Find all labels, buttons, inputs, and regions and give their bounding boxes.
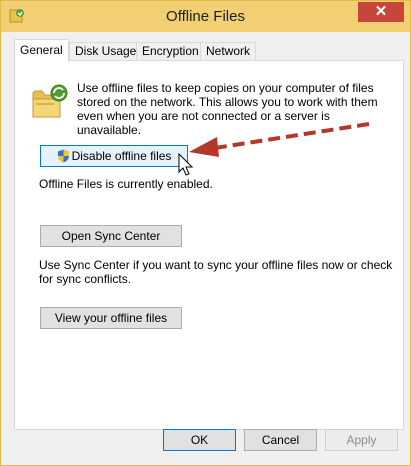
sync-center-description: Use Sync Center if you want to sync your… [39,258,393,286]
tab-general[interactable]: General [14,39,69,62]
general-tab-panel: Use offline files to keep copies on your… [14,60,404,430]
apply-button[interactable]: Apply [325,429,398,451]
view-offline-files-button[interactable]: View your offline files [40,307,182,329]
tab-network[interactable]: Network [200,42,257,61]
cancel-button[interactable]: Cancel [244,429,317,451]
title-bar[interactable]: Offline Files ✕ [1,1,410,32]
open-sync-center-button[interactable]: Open Sync Center [40,225,182,247]
tab-disk-usage[interactable]: Disk Usage [69,42,143,61]
sync-folder-icon [32,84,68,118]
dialog-client: General Disk Usage Encryption Network Us… [8,32,404,460]
tab-encryption[interactable]: Encryption [136,42,205,61]
offline-files-dialog: Offline Files ✕ General Disk Usage Encry… [0,0,411,466]
close-icon: ✕ [374,3,388,20]
status-text: Offline Files is currently enabled. [39,177,213,191]
red-dashed-arrow [189,122,370,157]
disable-offline-files-label: Disable offline files [71,149,172,163]
window-title: Offline Files [166,8,245,25]
disable-offline-files-button[interactable]: Disable offline files [40,145,188,167]
uac-shield-icon [57,149,69,163]
ok-button[interactable]: OK [163,429,236,451]
close-button[interactable]: ✕ [358,2,404,22]
